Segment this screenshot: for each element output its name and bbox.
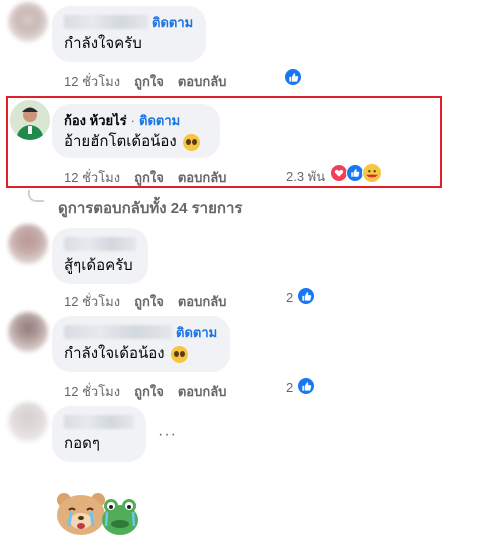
comment-bubble: ติดตาม กำลังใจครับ (52, 6, 206, 62)
emoji-face-icon (170, 345, 188, 363)
reaction-count[interactable]: 2 (286, 380, 293, 395)
avatar[interactable] (8, 402, 48, 442)
comment-text-row: กำลังใจเด้อน้อง (64, 344, 218, 364)
follow-link[interactable]: ติดตาม (152, 12, 193, 33)
comment-bubble: ติดตาม กำลังใจเด้อน้อง (52, 316, 230, 372)
more-options-button[interactable]: ··· (158, 426, 177, 444)
comment-author-row (64, 414, 134, 430)
like-icon[interactable] (284, 68, 302, 86)
avatar[interactable] (10, 100, 50, 140)
comment-actions: 12 ชั่วโมง ถูกใจ ตอบกลับ (64, 167, 240, 188)
separator-dot: · (130, 112, 135, 128)
reply-action[interactable]: ตอบกลับ (178, 71, 227, 92)
like-action[interactable]: ถูกใจ (134, 71, 164, 92)
like-action[interactable]: ถูกใจ (134, 291, 164, 312)
comment-text: กำลังใจเด้อน้อง (64, 345, 165, 362)
reply-action[interactable]: ตอบกลับ (178, 291, 227, 312)
comment-actions: 12 ชั่วโมง ถูกใจ ตอบกลับ (64, 381, 240, 402)
sticker-bear-frog (52, 488, 140, 540)
avatar[interactable] (8, 224, 48, 264)
reaction-count[interactable]: 2 (286, 290, 293, 305)
comment-author-row (64, 236, 136, 252)
author-name-redacted[interactable] (64, 325, 172, 339)
like-icon[interactable] (297, 377, 315, 395)
comment-text: กอดๆ (64, 435, 100, 452)
comment-author-row: ติดตาม (64, 14, 194, 30)
reply-action[interactable]: ตอบกลับ (178, 381, 227, 402)
comment-text-row: อ้ายฮักโตเด้อน้อง (64, 132, 208, 152)
follow-link[interactable]: ติดตาม (139, 110, 180, 131)
reply-action[interactable]: ตอบกลับ (178, 167, 227, 188)
comment-author-row: ติดตาม (64, 324, 218, 340)
comment-time[interactable]: 12 ชั่วโมง (64, 291, 120, 312)
view-replies-link[interactable]: ดูการตอบกลับทั้ง 24 รายการ (58, 196, 242, 220)
reaction-count[interactable]: 2.3 พัน (286, 166, 325, 187)
comment-time[interactable]: 12 ชั่วโมง (64, 71, 120, 92)
comment-actions: 12 ชั่วโมง ถูกใจ ตอบกลับ (64, 291, 240, 312)
reaction-icons[interactable] (330, 163, 386, 183)
comment-bubble: สู้ๆเด้อครับ (52, 228, 148, 284)
avatar[interactable] (8, 2, 48, 42)
comment-time[interactable]: 12 ชั่วโมง (64, 167, 120, 188)
comment-time[interactable]: 12 ชั่วโมง (64, 381, 120, 402)
comment-text: อ้ายฮักโตเด้อน้อง (64, 133, 177, 150)
comment-author-row: ก้อง ห้วยไร่ · ติดตาม (64, 112, 208, 128)
comment-text: กำลังใจครับ (64, 35, 142, 52)
like-action[interactable]: ถูกใจ (134, 381, 164, 402)
thread-connector (28, 190, 44, 202)
comment-bubble: ก้อง ห้วยไร่ · ติดตาม อ้ายฮักโตเด้อน้อง (52, 104, 220, 158)
author-name-redacted[interactable] (64, 15, 148, 29)
care-icon (362, 163, 382, 183)
author-name-redacted[interactable] (64, 415, 134, 429)
author-name[interactable]: ก้อง ห้วยไร่ (64, 110, 127, 131)
comment-actions: 12 ชั่วโมง ถูกใจ ตอบกลับ (64, 71, 240, 92)
follow-link[interactable]: ติดตาม (176, 322, 217, 343)
like-icon[interactable] (297, 287, 315, 305)
like-action[interactable]: ถูกใจ (134, 167, 164, 188)
comment-text: สู้ๆเด้อครับ (64, 257, 133, 274)
comment-bubble: กอดๆ (52, 406, 146, 462)
author-name-redacted[interactable] (64, 237, 136, 251)
emoji-face-icon (182, 133, 200, 151)
avatar[interactable] (8, 312, 48, 352)
